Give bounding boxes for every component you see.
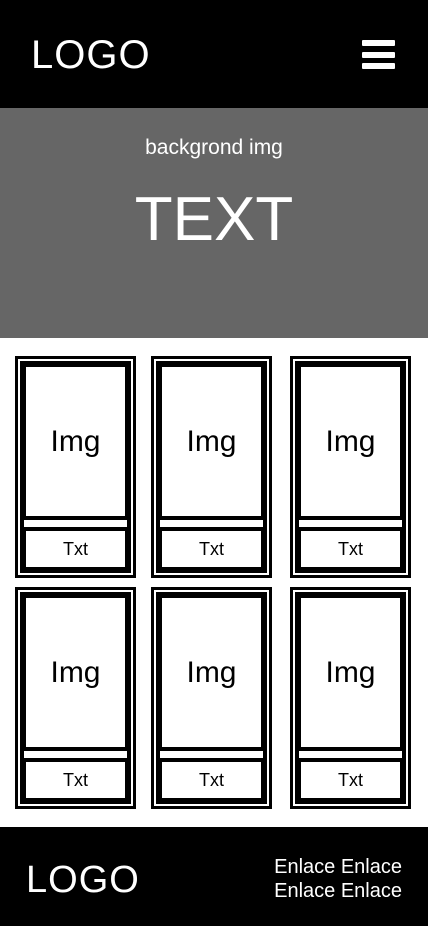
header: LOGO — [0, 0, 428, 108]
footer-link[interactable]: Enlace — [274, 880, 335, 902]
card-image: Img — [158, 363, 265, 520]
footer-link[interactable]: Enlace — [274, 856, 335, 878]
card-text: Txt — [22, 527, 129, 571]
card-frame: Img Txt — [20, 361, 131, 573]
product-card[interactable]: Img Txt — [15, 587, 136, 809]
card-text: Txt — [22, 758, 129, 802]
card-divider — [297, 751, 404, 758]
product-card[interactable]: Img Txt — [15, 356, 136, 578]
card-divider — [158, 520, 265, 527]
card-text: Txt — [297, 527, 404, 571]
card-image: Img — [22, 594, 129, 751]
hero-banner: backgrond img TEXT — [0, 108, 428, 338]
card-divider — [158, 751, 265, 758]
card-divider — [22, 751, 129, 758]
footer-link[interactable]: Enlace — [341, 880, 402, 902]
footer-logo[interactable]: LOGO — [26, 859, 140, 902]
card-frame: Img Txt — [295, 592, 406, 804]
card-image: Img — [297, 363, 404, 520]
card-frame: Img Txt — [295, 361, 406, 573]
card-text: Txt — [158, 758, 265, 802]
hamburger-icon[interactable] — [362, 40, 395, 69]
card-divider — [297, 520, 404, 527]
product-card[interactable]: Img Txt — [151, 356, 272, 578]
product-card[interactable]: Img Txt — [151, 587, 272, 809]
card-frame: Img Txt — [156, 361, 267, 573]
card-text: Txt — [158, 527, 265, 571]
card-image: Img — [158, 594, 265, 751]
footer: LOGO Enlace Enlace Enlace Enlace — [0, 827, 428, 926]
card-image: Img — [22, 363, 129, 520]
card-divider — [22, 520, 129, 527]
product-card[interactable]: Img Txt — [290, 587, 411, 809]
product-card[interactable]: Img Txt — [290, 356, 411, 578]
header-logo[interactable]: LOGO — [31, 33, 151, 78]
card-frame: Img Txt — [156, 592, 267, 804]
card-frame: Img Txt — [20, 592, 131, 804]
hero-subtitle: backgrond img — [145, 136, 283, 159]
hero-title: TEXT — [134, 185, 294, 254]
card-image: Img — [297, 594, 404, 751]
footer-links: Enlace Enlace Enlace Enlace — [274, 855, 402, 903]
card-text: Txt — [297, 758, 404, 802]
footer-link[interactable]: Enlace — [341, 856, 402, 878]
